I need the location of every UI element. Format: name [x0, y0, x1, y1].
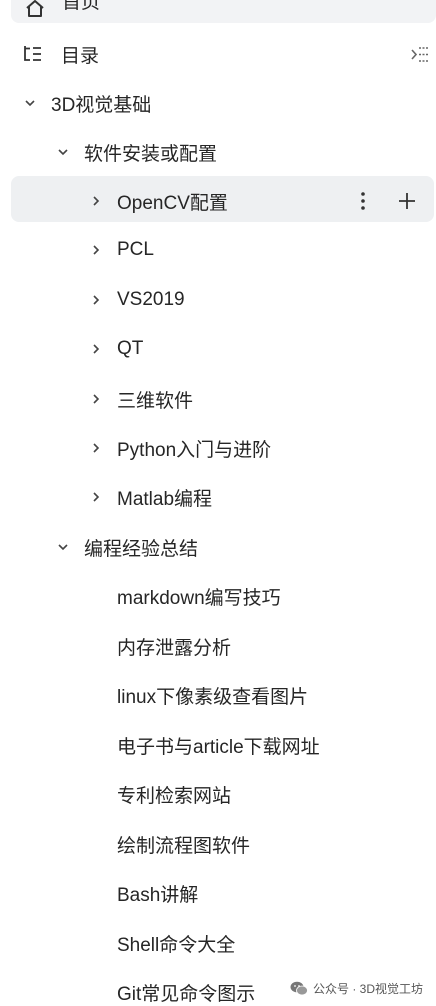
tree-node-item[interactable]: VS2019: [0, 277, 436, 323]
watermark-text: 公众号 · 3D视觉工坊: [313, 981, 424, 996]
tree-node-label: 三维软件: [117, 390, 194, 412]
tree-node-subsection[interactable]: 编程经验总结: [0, 524, 436, 570]
tree-leaf-item[interactable]: 专利检索网站: [0, 771, 436, 817]
sidebar-item-home[interactable]: 首页: [11, 0, 436, 23]
tree-node-label: Git常见命令图示: [117, 983, 256, 1005]
wechat-icon: [290, 981, 308, 995]
chevron-down-icon[interactable]: [56, 540, 70, 554]
tree-node-item[interactable]: 三维软件: [0, 376, 436, 422]
tree-leaf-item[interactable]: linux下像素级查看图片: [0, 672, 436, 718]
tree-node-label: 内存泄露分析: [117, 637, 232, 659]
watermark: 公众号 · 3D视觉工坊: [290, 978, 423, 998]
sidebar-item-toc[interactable]: 目录: [0, 31, 436, 77]
toc-collapse-icon[interactable]: [410, 44, 431, 65]
tree-node-label: 专利检索网站: [117, 785, 232, 807]
tree-node-label: markdown编写技巧: [117, 587, 281, 609]
tree-node-label: QT: [117, 338, 144, 359]
chevron-right-icon[interactable]: [89, 441, 103, 455]
tree-node-subsection[interactable]: 软件安装或配置: [0, 129, 436, 175]
chevron-right-icon[interactable]: [89, 243, 103, 257]
chevron-right-icon[interactable]: [89, 392, 103, 406]
home-icon: [26, 0, 44, 17]
more-vertical-icon[interactable]: [352, 190, 374, 212]
chevron-right-icon[interactable]: [89, 194, 103, 208]
tree-node-item[interactable]: OpenCV配置: [0, 178, 436, 224]
tree-leaf-item[interactable]: markdown编写技巧: [0, 573, 436, 619]
tree-node-label: Python入门与进阶: [117, 439, 272, 461]
sidebar-item-label: 首页: [62, 0, 101, 13]
toc-label: 目录: [61, 45, 100, 67]
tree-node-item[interactable]: Matlab编程: [0, 474, 436, 520]
plus-icon[interactable]: [396, 190, 418, 212]
tree-node-section[interactable]: 3D视觉基础: [0, 80, 436, 126]
chevron-right-icon[interactable]: [89, 490, 103, 504]
tree-node-label: OpenCV配置: [117, 192, 228, 214]
tree-leaf-item[interactable]: 内存泄露分析: [0, 623, 436, 669]
chevron-down-icon[interactable]: [23, 96, 37, 110]
tree-node-label: 编程经验总结: [84, 538, 199, 560]
tree-node-label: 3D视觉基础: [51, 94, 152, 116]
tree-leaf-item[interactable]: Shell命令大全: [0, 920, 436, 966]
tree-node-item[interactable]: Python入门与进阶: [0, 425, 436, 471]
tree-node-label: Shell命令大全: [117, 934, 236, 956]
tree-node-item[interactable]: PCL: [0, 227, 436, 273]
tree-node-label: Matlab编程: [117, 488, 213, 510]
tree-leaf-item[interactable]: 电子书与article下载网址: [0, 722, 436, 768]
tree-node-label: PCL: [117, 239, 154, 260]
tree-leaf-item[interactable]: 绘制流程图软件: [0, 821, 436, 867]
tree-node-label: 软件安装或配置: [84, 143, 218, 165]
tree-node-label: 绘制流程图软件: [117, 835, 251, 857]
tree-node-label: linux下像素级查看图片: [117, 686, 309, 708]
chevron-down-icon[interactable]: [56, 145, 70, 159]
tree-node-label: VS2019: [117, 289, 185, 310]
chevron-right-icon[interactable]: [89, 293, 103, 307]
sidebar: 首页 目录 3D视觉基础 软件安装或配置 OpenCV配置 PCL VS2019…: [0, 0, 436, 1006]
tree-node-label: 电子书与article下载网址: [117, 736, 320, 758]
chevron-right-icon[interactable]: [89, 342, 103, 356]
toc-icon: [24, 46, 41, 61]
tree-node-item[interactable]: QT: [0, 326, 436, 372]
tree-leaf-item[interactable]: Bash讲解: [0, 870, 436, 916]
tree-node-label: Bash讲解: [117, 884, 199, 906]
